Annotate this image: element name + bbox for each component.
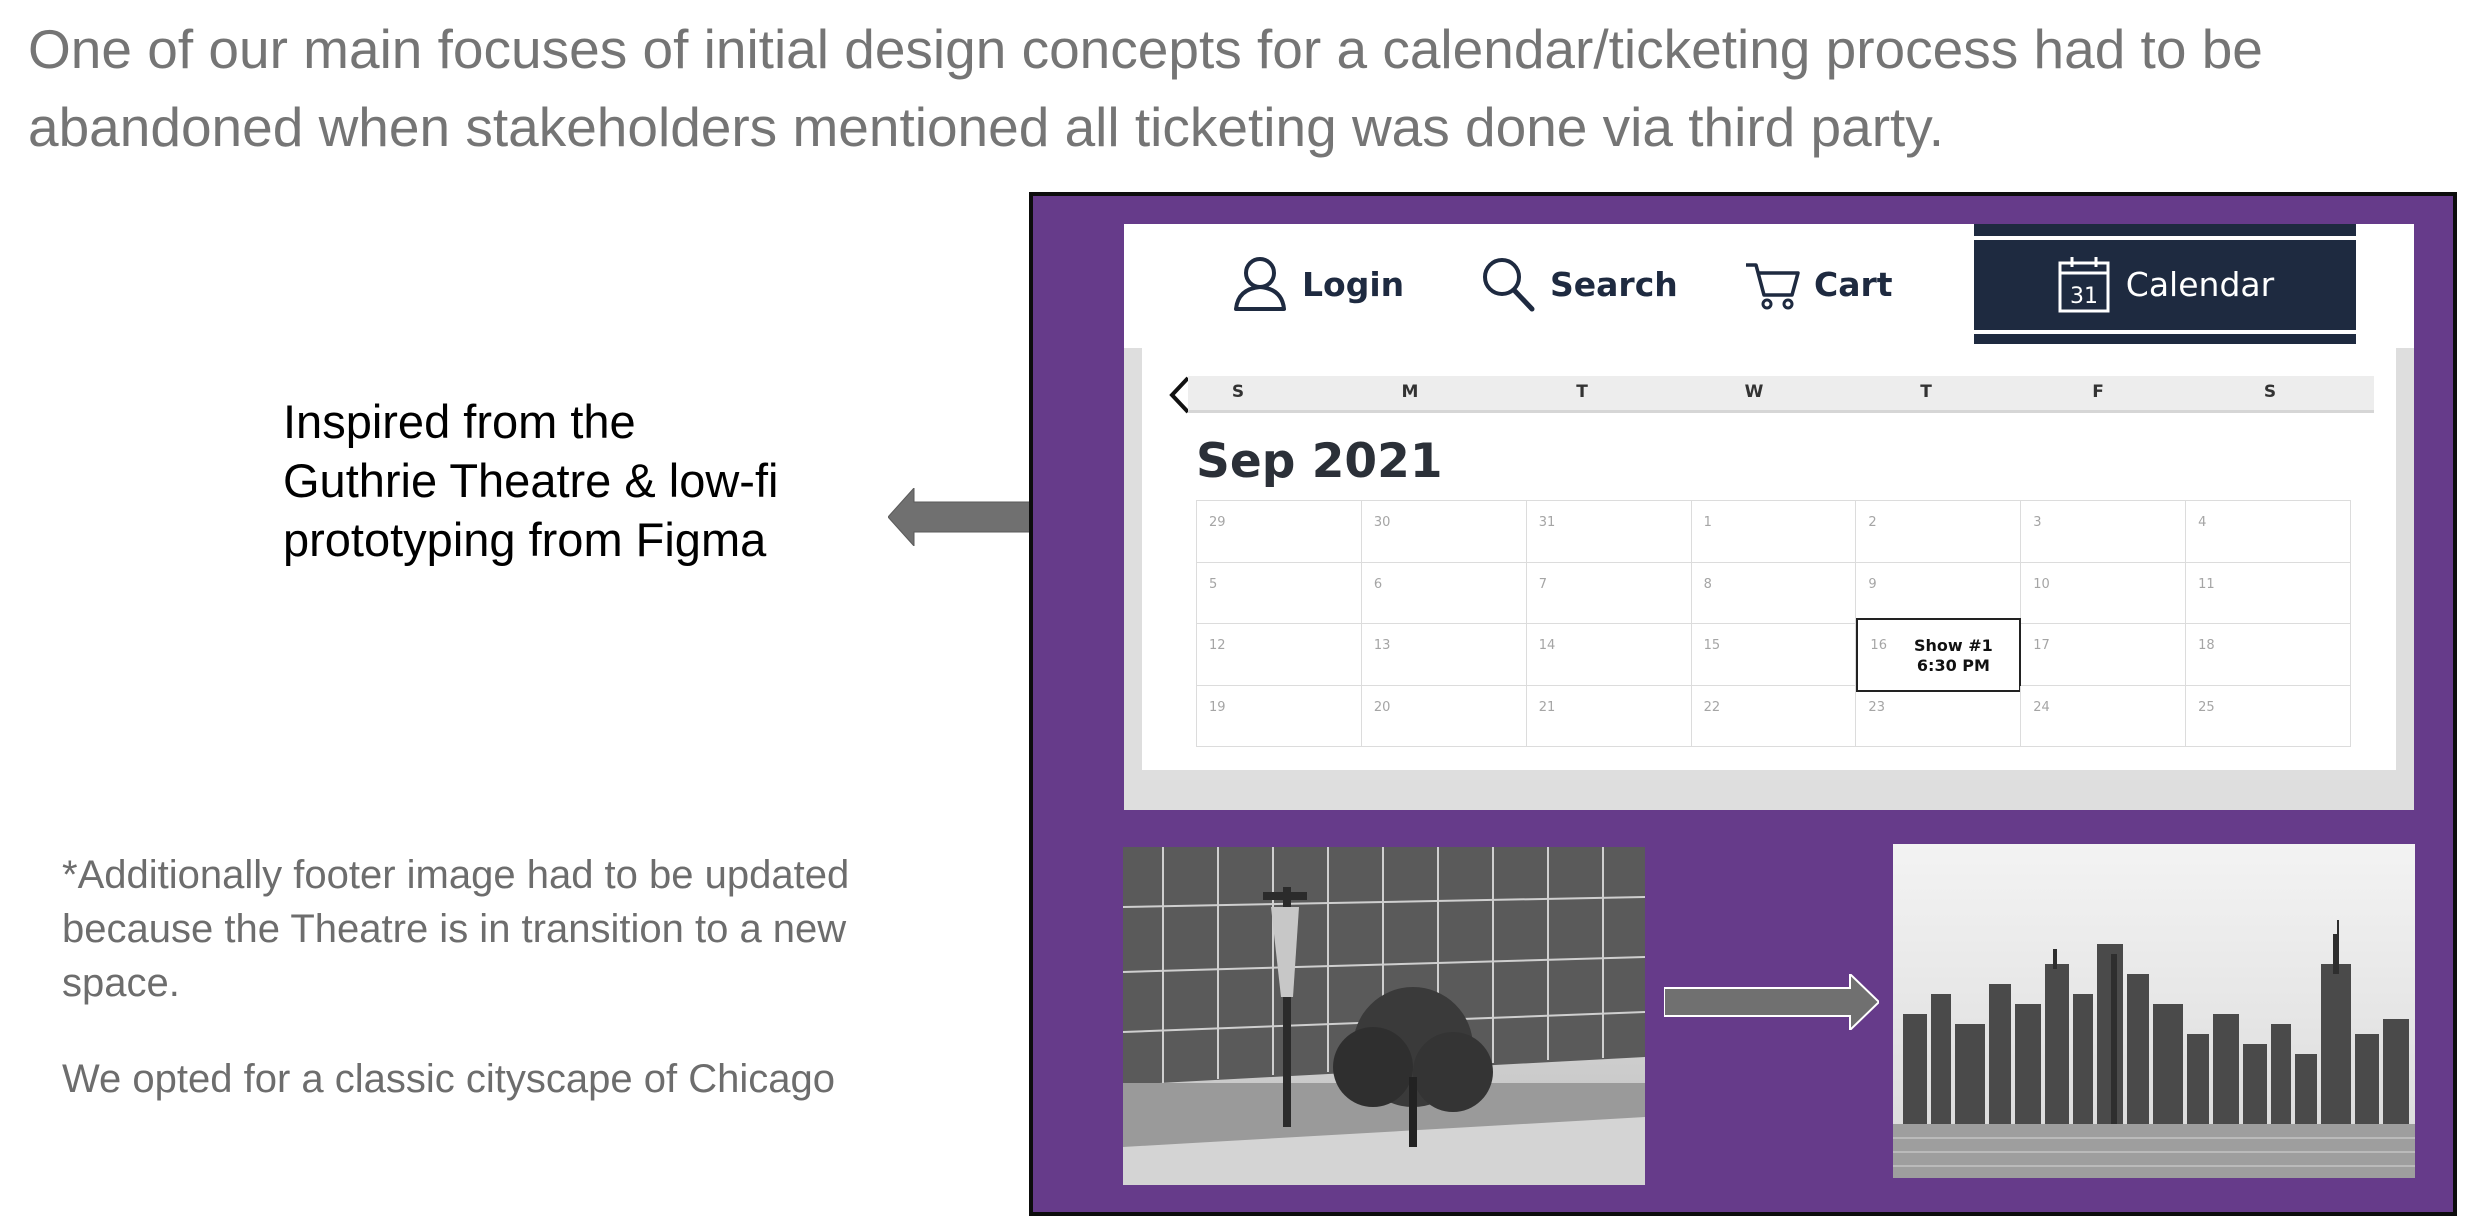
day-number: 19 [1209,699,1226,715]
day-number: 6 [1373,576,1383,592]
calendar-day-cell[interactable]: 10 [2021,562,2187,624]
footnote-paragraph-1: *Additionally footer image had to be upd… [62,853,850,1005]
calendar-icon-day: 31 [2070,284,2098,309]
day-number: 16 [1870,638,1887,653]
day-number: 31 [1538,515,1556,530]
calendar-day-cell[interactable]: 20 [1361,685,1527,747]
search-icon [1483,258,1535,312]
website-mockup: Login Search Cart 31 Calendar S M T W T … [1124,224,2414,810]
calendar-day-cell[interactable]: 25 [2186,685,2351,747]
day-number: 5 [1209,576,1218,592]
day-number: 29 [1209,515,1226,530]
day-number: 21 [1538,699,1556,715]
day-number: 13 [1373,638,1391,653]
day-number: 17 [2033,638,2050,653]
day-number: 18 [2198,638,2215,653]
day-number: 9 [1868,576,1877,592]
day-number: 10 [2033,576,2050,592]
calendar-day-cell[interactable]: 18 [2186,624,2351,686]
nav-cart[interactable]: Cart [1744,248,1893,320]
calendar-panel: S M T W T F S Sep 2021 29 30 31 1 2 3 4 5 6 7 8 9 10… [1142,348,2396,770]
event-time: 6:30 PM [1916,656,1990,675]
calendar-day-cell[interactable]: 5 [1197,562,1362,624]
day-number: 4 [2198,515,2207,530]
day-number: 7 [1538,576,1547,592]
cart-icon [1746,263,1800,310]
weekday-label: W [1744,382,1764,402]
calendar-day-cell[interactable]: 29 [1197,501,1362,563]
calendar-day-cell[interactable]: 9 [1856,562,2022,624]
intro-text: One of our main focuses of initial desig… [28,18,2263,158]
day-number: 12 [1209,638,1226,653]
weekday-label: S [2263,382,2277,402]
inspiration-line-1: Inspired from the [283,395,636,448]
nav-calendar-label: Calendar [2125,264,2275,304]
calendar-day-cell[interactable]: 17 [2021,624,2187,686]
calendar-day-cell[interactable]: 14 [1526,624,1692,686]
calendar-day-cell[interactable]: 31 [1526,501,1692,563]
day-number: 15 [1703,638,1721,653]
calendar-day-cell[interactable]: 21 [1526,685,1692,747]
weekday-label: M [1401,382,1419,402]
day-number: 25 [2198,699,2215,715]
calendar-day-cell[interactable]: 4 [2186,501,2351,563]
calendar-day-cell[interactable]: 22 [1691,685,1857,747]
month-title: Sep 2021 [1196,434,1443,489]
nav-cart-label: Cart [1814,264,1893,304]
day-number: 20 [1373,699,1391,715]
calendar-tab-stripe-top [1974,236,2356,240]
day-number: 8 [1703,576,1712,592]
weekday-label: S [1231,382,1245,402]
calendar-day-cell[interactable]: 23 [1856,685,2022,747]
calendar-day-cell[interactable]: 19 [1197,685,1362,747]
day-number: 11 [2198,576,2215,592]
calendar-event-cell[interactable]: 16 Show #1 6:30 PM [1856,618,2022,692]
user-icon [1234,257,1286,311]
nav-login-label: Login [1302,264,1405,304]
calendar-day-cell[interactable]: 2 [1856,501,2022,563]
day-number: 30 [1373,515,1391,530]
mockup-navbar: Login Search Cart 31 Calendar [1124,224,2414,348]
calendar-day-cell[interactable]: 8 [1691,562,1857,624]
calendar-day-cell[interactable]: 11 [2186,562,2351,624]
weekday-label: T [1920,382,1932,402]
day-number: 3 [2033,515,2042,530]
mockup-frame: Login Search Cart 31 Calendar S M T W T … [1029,192,2457,1216]
calendar-day-cell[interactable]: 24 [2021,685,2187,747]
calendar-grid: 29 30 31 1 2 3 4 5 6 7 8 9 10 11 12 13 14 15 16 Show #1 6:30… [1196,500,2351,747]
weekday-label: F [2092,382,2104,402]
calendar-day-cell[interactable]: 6 [1361,562,1527,624]
day-number: 2 [1868,515,1877,530]
calendar-day-cell[interactable]: 15 [1691,624,1857,686]
nav-calendar[interactable]: 31 Calendar [1974,224,2356,344]
calendar-day-cell[interactable]: 1 [1691,501,1857,563]
inspiration-note: Inspired from the Guthrie Theatre & low-… [283,392,883,569]
day-number: 22 [1703,699,1721,715]
calendar-day-cell[interactable]: 3 [2021,501,2187,563]
footnote: *Additionally footer image had to be upd… [62,848,942,1106]
weekday-label: T [1576,382,1588,402]
theatre-photo [1123,847,1645,1185]
nav-login[interactable]: Login [1232,248,1404,320]
nav-search[interactable]: Search [1480,248,1678,320]
calendar-icon: 31 [2058,257,2110,313]
right-arrow-icon [1664,974,1879,1030]
weekday-header: S M T W T F S [1188,376,2374,413]
footnote-paragraph-2: We opted for a classic cityscape of Chic… [62,1057,835,1101]
day-number: 1 [1703,515,1712,530]
day-number: 23 [1868,699,1885,715]
day-number: 24 [2033,699,2050,715]
calendar-day-cell[interactable]: 30 [1361,501,1527,563]
nav-search-label: Search [1550,264,1678,304]
calendar-day-cell[interactable]: 7 [1526,562,1692,624]
inspiration-line-3: prototyping from Figma [283,513,767,566]
event-title: Show #1 [1914,636,1993,655]
chicago-skyline-photo [1893,844,2415,1178]
calendar-day-cell[interactable]: 13 [1361,624,1527,686]
day-number: 14 [1538,638,1556,653]
calendar-day-cell[interactable]: 12 [1197,624,1362,686]
event-label[interactable]: Show #1 6:30 PM [1898,636,2008,676]
calendar-tab-stripe-bottom [1974,330,2356,334]
inspiration-line-2: Guthrie Theatre & low-fi [283,454,779,507]
